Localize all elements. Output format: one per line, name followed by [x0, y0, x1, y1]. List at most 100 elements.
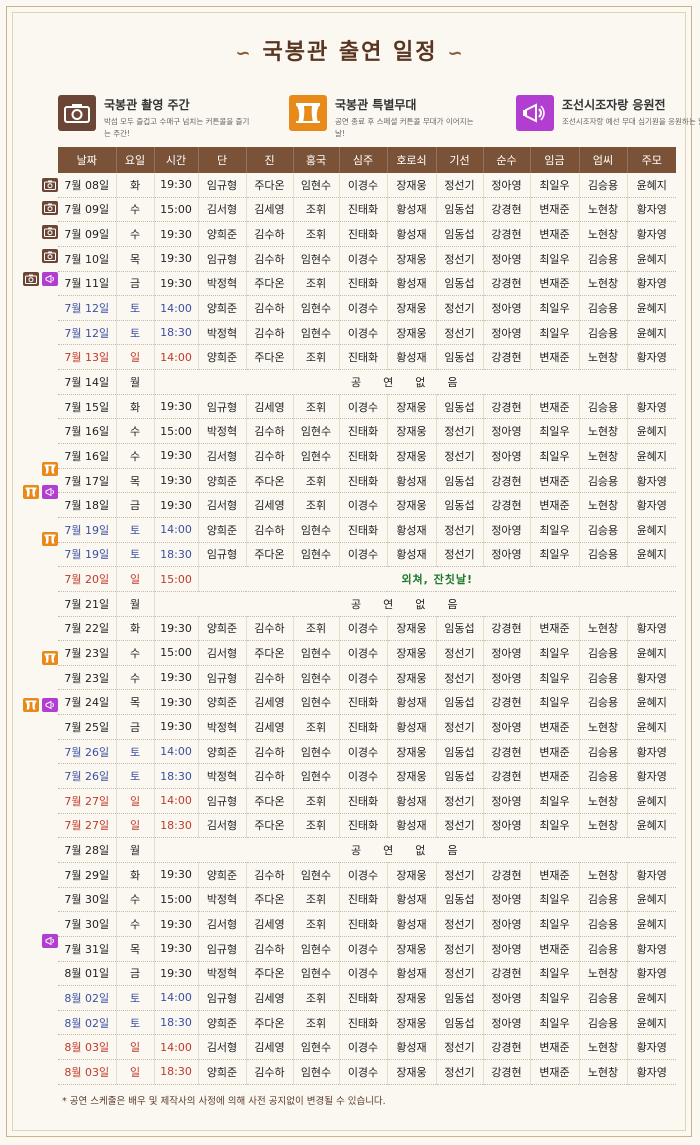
cast-cell: 조휘 — [292, 887, 339, 913]
event-cell: 외쳐, 잔칫날! — [197, 566, 676, 592]
cast-cell: 김서형 — [197, 197, 246, 223]
cast-cell: 황자영 — [626, 197, 676, 223]
time-cell: 19:30 — [153, 689, 198, 716]
cast-cell: 정아영 — [482, 418, 530, 445]
cast-cell: 김승용 — [578, 936, 627, 962]
cast-cell: 윤혜지 — [626, 1010, 676, 1036]
column-header: 호로쇠 — [386, 147, 436, 173]
cast-cell: 김승용 — [578, 887, 627, 913]
marker-row — [16, 906, 58, 930]
cast-cell: 이경수 — [338, 739, 387, 765]
cast-cell: 황자영 — [626, 344, 676, 371]
cast-cell: 황자영 — [626, 394, 676, 420]
column-header: 임금 — [529, 147, 579, 173]
marker-row — [16, 220, 58, 244]
table-row: 7월 30일 수 15:00 박정혁 주다온 조휘 진태화 황성재 임동섭 정아영 최일우 김승용 윤혜… — [58, 887, 676, 913]
legend-desc: 박섬 모두 즐겁고 수매구 넘치는 커튼콜을 즐기는 주간! — [104, 117, 250, 138]
table-row: 7월 20일 일 15:00 외쳐, 잔칫날! — [58, 566, 676, 592]
cast-cell: 강경현 — [482, 197, 530, 223]
cast-cell: 김승용 — [578, 173, 627, 198]
legend-desc: 조선시조자랑 예선 무대 심기원을 응원하는 날! — [562, 117, 700, 126]
cast-cell: 황자영 — [626, 1034, 676, 1061]
marker-row — [16, 409, 58, 433]
time-cell: 14:00 — [153, 517, 198, 543]
date-cell: 7월 16일 — [58, 418, 116, 445]
cast-cell: 임현수 — [292, 320, 339, 346]
megaphone-icon — [516, 95, 554, 131]
time-cell: 19:30 — [153, 492, 198, 518]
day-cell: 금 — [115, 961, 154, 987]
cast-cell: 정선기 — [435, 1059, 483, 1085]
cast-cell: 김수하 — [245, 665, 293, 691]
table-row: 7월 28일 월 공연없음 — [58, 837, 676, 863]
table-row: 7월 08일 화 19:30 임규형 주다온 임현수 이경수 장재웅 정선기 정아영 최일우 김승용 윤… — [58, 173, 676, 198]
page-title: 국봉관 출연 일정 — [262, 40, 438, 65]
marker-row — [16, 835, 58, 859]
cast-cell: 양희준 — [197, 221, 246, 247]
marker-row — [16, 197, 58, 221]
marker-row — [16, 693, 58, 717]
cast-cell: 양희준 — [197, 616, 246, 642]
time-cell: 18:30 — [153, 1059, 198, 1085]
cast-cell: 변재준 — [529, 197, 579, 223]
cast-cell: 김승용 — [578, 394, 627, 420]
marker-row — [16, 244, 58, 268]
day-cell: 토 — [115, 985, 154, 1011]
cast-cell: 이경수 — [338, 394, 387, 420]
cast-cell: 정아영 — [482, 813, 530, 839]
cast-cell: 조휘 — [292, 197, 339, 223]
table-row: 7월 25일 금 19:30 박정혁 김세영 조휘 진태화 황성재 정선기 정아영 변재준 노현창 윤혜… — [58, 714, 676, 740]
cast-cell: 진태화 — [338, 911, 387, 937]
date-cell: 7월 30일 — [58, 887, 116, 913]
table-row: 7월 19일 토 18:30 임규형 주다온 임현수 이경수 황성재 정선기 정아영 최일우 김승용 윤… — [58, 542, 676, 568]
cast-cell: 윤혜지 — [626, 813, 676, 839]
cast-cell: 임동섭 — [435, 271, 483, 297]
cast-cell: 정선기 — [435, 911, 483, 937]
cast-cell: 강경현 — [482, 492, 530, 518]
cast-cell: 임동섭 — [435, 197, 483, 223]
date-cell: 7월 27일 — [58, 813, 116, 839]
day-cell: 일 — [115, 788, 154, 814]
cast-cell: 임동섭 — [435, 492, 483, 518]
marker-row — [16, 1024, 58, 1048]
time-cell: 19:30 — [153, 173, 198, 198]
marker-row — [16, 788, 58, 812]
cast-cell: 장재웅 — [386, 418, 436, 445]
time-cell: 19:30 — [153, 911, 198, 937]
cast-cell: 노현창 — [578, 862, 627, 888]
cast-cell: 김승용 — [578, 763, 627, 790]
cast-cell: 김수하 — [245, 418, 293, 445]
marker-row — [16, 315, 58, 339]
date-cell: 7월 21일 — [58, 591, 116, 617]
cast-cell: 강경현 — [482, 616, 530, 642]
cast-cell: 조휘 — [292, 344, 339, 371]
cast-cell: 황성재 — [386, 197, 436, 223]
cast-cell: 황성재 — [386, 911, 436, 937]
cast-cell: 양희준 — [197, 1059, 246, 1085]
cast-cell: 윤혜지 — [626, 246, 676, 272]
cast-cell: 정선기 — [435, 443, 483, 469]
cast-cell: 강경현 — [482, 689, 530, 716]
cast-cell: 정아영 — [482, 665, 530, 691]
stage-curtain-icon — [289, 95, 327, 131]
cast-cell: 장재웅 — [386, 295, 436, 321]
cast-cell: 이경수 — [338, 173, 387, 198]
cast-cell: 이경수 — [338, 542, 387, 568]
cast-cell: 박정혁 — [197, 714, 246, 740]
cast-cell: 황성재 — [386, 788, 436, 814]
marker-row — [16, 764, 58, 788]
camera-icon — [42, 177, 58, 192]
cast-cell: 진태화 — [338, 344, 387, 371]
legend-special-stage: 국봉관 특별무대 공연 종료 후 스페셜 커튼콜 무대가 이어지는 날! — [289, 95, 485, 140]
table-row: 7월 29일 화 19:30 양희준 김수하 임현수 이경수 장재웅 정선기 강경현 변재준 노현창 황… — [58, 862, 676, 888]
cast-cell: 최일우 — [529, 985, 579, 1011]
cast-cell: 장재웅 — [386, 763, 436, 790]
cast-cell: 임규형 — [197, 985, 246, 1011]
time-cell: 18:30 — [153, 1010, 198, 1036]
stage-curtain-icon — [23, 485, 39, 500]
cast-cell: 황자영 — [626, 468, 676, 494]
cast-cell: 김승용 — [578, 246, 627, 272]
date-cell: 7월 29일 — [58, 862, 116, 888]
cast-cell: 주다온 — [245, 887, 293, 913]
cast-cell: 변재준 — [529, 394, 579, 420]
